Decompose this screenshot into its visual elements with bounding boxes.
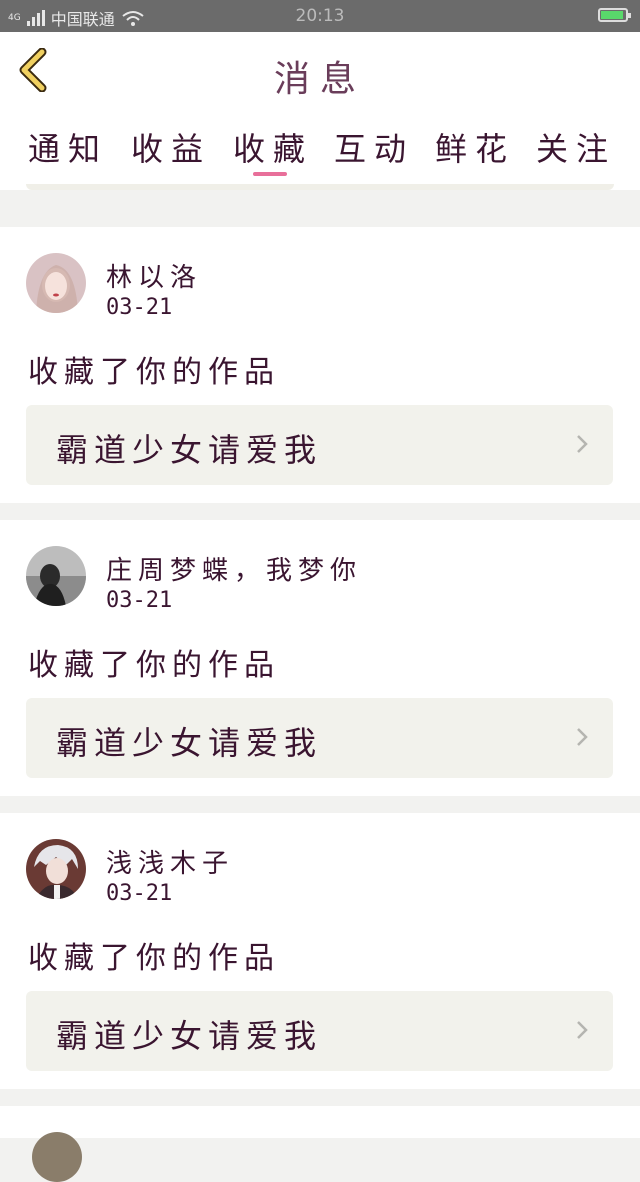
action-text: 收藏了你的作品 (28, 648, 280, 683)
work-link[interactable]: 霸道少女请爱我 (26, 405, 613, 485)
work-title: 霸道少女请爱我 (56, 724, 323, 762)
tab-flowers[interactable]: 鲜花 (435, 124, 515, 170)
chevron-right-icon (577, 728, 588, 746)
sender-name[interactable]: 林以洛 (106, 257, 202, 294)
status-bar: 4G 中国联通 20:13 (0, 0, 640, 32)
message-date: 03-21 (106, 295, 173, 320)
action-text: 收藏了你的作品 (28, 355, 280, 390)
chevron-right-icon (577, 435, 588, 453)
clock: 20:13 (295, 6, 345, 26)
tab-bar: 通知 收益 收藏 互动 鲜花 关注 (0, 110, 640, 190)
tab-notice[interactable]: 通知 (28, 124, 108, 170)
action-text: 收藏了你的作品 (28, 941, 280, 976)
avatar[interactable] (32, 1132, 82, 1182)
avatar[interactable] (26, 546, 86, 606)
message-card-partial (0, 1106, 640, 1182)
work-title: 霸道少女请爱我 (56, 431, 323, 469)
battery-icon (598, 8, 631, 22)
avatar[interactable] (26, 839, 86, 899)
tabs-divider (26, 184, 614, 190)
avatar[interactable] (26, 253, 86, 313)
message-card: 浅浅木子 03-21 收藏了你的作品 霸道少女请爱我 (0, 813, 640, 1089)
message-card: 庄周梦蝶，我梦你 03-21 收藏了你的作品 霸道少女请爱我 (0, 520, 640, 796)
tab-interactions[interactable]: 互动 (334, 124, 414, 170)
tab-favorites[interactable]: 收藏 (233, 124, 313, 170)
work-title: 霸道少女请爱我 (56, 1017, 323, 1055)
chevron-right-icon (577, 1021, 588, 1039)
work-link[interactable]: 霸道少女请爱我 (26, 991, 613, 1071)
message-card: 林以洛 03-21 收藏了你的作品 霸道少女请爱我 (0, 227, 640, 503)
app-header: 消息 (0, 32, 640, 111)
message-date: 03-21 (106, 881, 173, 906)
tab-following[interactable]: 关注 (536, 124, 616, 170)
sender-name[interactable]: 浅浅木子 (106, 843, 234, 880)
sender-name[interactable]: 庄周梦蝶，我梦你 (106, 550, 362, 587)
message-date: 03-21 (106, 588, 173, 613)
work-link[interactable]: 霸道少女请爱我 (26, 698, 613, 778)
page-title: 消息 (273, 59, 366, 100)
active-tab-indicator (253, 172, 287, 176)
tab-earnings[interactable]: 收益 (131, 124, 211, 170)
